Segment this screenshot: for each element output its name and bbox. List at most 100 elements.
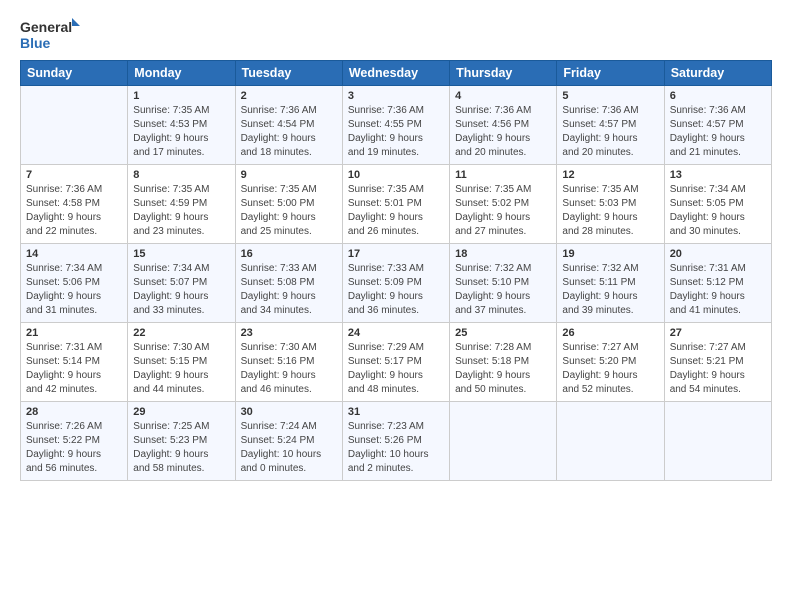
day-number: 31 (348, 406, 444, 418)
calendar-week-3: 14 Sunrise: 7:34 AM Sunset: 5:06 PM Dayli… (21, 244, 772, 323)
cell-content: Sunrise: 7:24 AM Sunset: 5:24 PM Dayligh… (241, 420, 337, 476)
cell-content: Sunrise: 7:35 AM Sunset: 5:00 PM Dayligh… (241, 183, 337, 239)
header-wednesday: Wednesday (342, 61, 449, 86)
calendar-header-row: SundayMondayTuesdayWednesdayThursdayFrid… (21, 61, 772, 86)
logo: General Blue (20, 16, 80, 54)
day-number: 1 (133, 90, 229, 102)
cell-content: Sunrise: 7:27 AM Sunset: 5:20 PM Dayligh… (562, 341, 658, 397)
logo-svg: General Blue (20, 16, 80, 54)
calendar-cell: 31 Sunrise: 7:23 AM Sunset: 5:26 PM Dayli… (342, 402, 449, 481)
day-number: 14 (26, 248, 122, 260)
cell-content: Sunrise: 7:35 AM Sunset: 5:02 PM Dayligh… (455, 183, 551, 239)
day-number: 16 (241, 248, 337, 260)
header-monday: Monday (128, 61, 235, 86)
calendar-cell: 30Sunrise: 7:24 AM Sunset: 5:24 PM Dayli… (235, 402, 342, 481)
calendar-week-4: 21 Sunrise: 7:31 AM Sunset: 5:14 PM Dayli… (21, 323, 772, 402)
calendar-cell: 14 Sunrise: 7:34 AM Sunset: 5:06 PM Dayli… (21, 244, 128, 323)
day-number: 24 (348, 327, 444, 339)
day-number: 28 (26, 406, 122, 418)
cell-content: Sunrise: 7:35 AM Sunset: 5:03 PM Dayligh… (562, 183, 658, 239)
day-number: 11 (455, 169, 551, 181)
calendar-cell: 25Sunrise: 7:28 AM Sunset: 5:18 PM Dayli… (450, 323, 557, 402)
cell-content: Sunrise: 7:36 AM Sunset: 4:54 PM Dayligh… (241, 104, 337, 160)
header-friday: Friday (557, 61, 664, 86)
day-number: 23 (241, 327, 337, 339)
calendar-week-5: 28Sunrise: 7:26 AM Sunset: 5:22 PM Dayli… (21, 402, 772, 481)
day-number: 4 (455, 90, 551, 102)
calendar-cell: 2 Sunrise: 7:36 AM Sunset: 4:54 PM Daylig… (235, 86, 342, 165)
calendar-cell: 8Sunrise: 7:35 AM Sunset: 4:59 PM Daylig… (128, 165, 235, 244)
svg-text:General: General (20, 19, 72, 35)
svg-text:Blue: Blue (20, 35, 51, 51)
cell-content: Sunrise: 7:34 AM Sunset: 5:07 PM Dayligh… (133, 262, 229, 318)
calendar-cell: 18Sunrise: 7:32 AM Sunset: 5:10 PM Dayli… (450, 244, 557, 323)
day-number: 6 (670, 90, 766, 102)
cell-content: Sunrise: 7:27 AM Sunset: 5:21 PM Dayligh… (670, 341, 766, 397)
day-number: 19 (562, 248, 658, 260)
cell-content: Sunrise: 7:33 AM Sunset: 5:08 PM Dayligh… (241, 262, 337, 318)
header-sunday: Sunday (21, 61, 128, 86)
cell-content: Sunrise: 7:23 AM Sunset: 5:26 PM Dayligh… (348, 420, 444, 476)
calendar-week-1: 1 Sunrise: 7:35 AM Sunset: 4:53 PM Daylig… (21, 86, 772, 165)
cell-content: Sunrise: 7:28 AM Sunset: 5:18 PM Dayligh… (455, 341, 551, 397)
cell-content: Sunrise: 7:36 AM Sunset: 4:57 PM Dayligh… (562, 104, 658, 160)
day-number: 27 (670, 327, 766, 339)
calendar-cell: 3 Sunrise: 7:36 AM Sunset: 4:55 PM Daylig… (342, 86, 449, 165)
calendar-cell: 4 Sunrise: 7:36 AM Sunset: 4:56 PM Daylig… (450, 86, 557, 165)
calendar-table: SundayMondayTuesdayWednesdayThursdayFrid… (20, 60, 772, 481)
calendar-cell: 21 Sunrise: 7:31 AM Sunset: 5:14 PM Dayli… (21, 323, 128, 402)
calendar-cell: 19 Sunrise: 7:32 AM Sunset: 5:11 PM Dayli… (557, 244, 664, 323)
day-number: 2 (241, 90, 337, 102)
day-number: 15 (133, 248, 229, 260)
header-saturday: Saturday (664, 61, 771, 86)
cell-content: Sunrise: 7:35 AM Sunset: 5:01 PM Dayligh… (348, 183, 444, 239)
day-number: 21 (26, 327, 122, 339)
calendar-cell: 28Sunrise: 7:26 AM Sunset: 5:22 PM Dayli… (21, 402, 128, 481)
cell-content: Sunrise: 7:36 AM Sunset: 4:57 PM Dayligh… (670, 104, 766, 160)
cell-content: Sunrise: 7:33 AM Sunset: 5:09 PM Dayligh… (348, 262, 444, 318)
cell-content: Sunrise: 7:30 AM Sunset: 5:16 PM Dayligh… (241, 341, 337, 397)
day-number: 18 (455, 248, 551, 260)
page-container: General Blue SundayMondayTuesdayWednesda… (0, 0, 792, 491)
cell-content: Sunrise: 7:29 AM Sunset: 5:17 PM Dayligh… (348, 341, 444, 397)
day-number: 13 (670, 169, 766, 181)
cell-content: Sunrise: 7:36 AM Sunset: 4:58 PM Dayligh… (26, 183, 122, 239)
cell-content: Sunrise: 7:30 AM Sunset: 5:15 PM Dayligh… (133, 341, 229, 397)
calendar-cell: 1 Sunrise: 7:35 AM Sunset: 4:53 PM Daylig… (128, 86, 235, 165)
day-number: 3 (348, 90, 444, 102)
calendar-week-2: 7Sunrise: 7:36 AM Sunset: 4:58 PM Daylig… (21, 165, 772, 244)
calendar-cell: 22 Sunrise: 7:30 AM Sunset: 5:15 PM Dayli… (128, 323, 235, 402)
cell-content: Sunrise: 7:32 AM Sunset: 5:11 PM Dayligh… (562, 262, 658, 318)
calendar-cell: 5 Sunrise: 7:36 AM Sunset: 4:57 PM Daylig… (557, 86, 664, 165)
day-number: 9 (241, 169, 337, 181)
calendar-cell: 11 Sunrise: 7:35 AM Sunset: 5:02 PM Dayli… (450, 165, 557, 244)
calendar-cell: 9 Sunrise: 7:35 AM Sunset: 5:00 PM Daylig… (235, 165, 342, 244)
calendar-cell (557, 402, 664, 481)
day-number: 5 (562, 90, 658, 102)
calendar-cell: 13Sunrise: 7:34 AM Sunset: 5:05 PM Dayli… (664, 165, 771, 244)
day-number: 10 (348, 169, 444, 181)
cell-content: Sunrise: 7:36 AM Sunset: 4:55 PM Dayligh… (348, 104, 444, 160)
day-number: 22 (133, 327, 229, 339)
calendar-cell: 16 Sunrise: 7:33 AM Sunset: 5:08 PM Dayli… (235, 244, 342, 323)
calendar-cell: 26 Sunrise: 7:27 AM Sunset: 5:20 PM Dayli… (557, 323, 664, 402)
calendar-cell: 20Sunrise: 7:31 AM Sunset: 5:12 PM Dayli… (664, 244, 771, 323)
calendar-cell (21, 86, 128, 165)
header-area: General Blue (20, 16, 772, 54)
day-number: 12 (562, 169, 658, 181)
cell-content: Sunrise: 7:36 AM Sunset: 4:56 PM Dayligh… (455, 104, 551, 160)
day-number: 26 (562, 327, 658, 339)
cell-content: Sunrise: 7:35 AM Sunset: 4:53 PM Dayligh… (133, 104, 229, 160)
cell-content: Sunrise: 7:35 AM Sunset: 4:59 PM Dayligh… (133, 183, 229, 239)
calendar-cell: 24 Sunrise: 7:29 AM Sunset: 5:17 PM Dayli… (342, 323, 449, 402)
calendar-cell: 6 Sunrise: 7:36 AM Sunset: 4:57 PM Daylig… (664, 86, 771, 165)
calendar-cell: 23 Sunrise: 7:30 AM Sunset: 5:16 PM Dayli… (235, 323, 342, 402)
calendar-cell: 15 Sunrise: 7:34 AM Sunset: 5:07 PM Dayli… (128, 244, 235, 323)
calendar-cell: 7Sunrise: 7:36 AM Sunset: 4:58 PM Daylig… (21, 165, 128, 244)
cell-content: Sunrise: 7:31 AM Sunset: 5:14 PM Dayligh… (26, 341, 122, 397)
cell-content: Sunrise: 7:31 AM Sunset: 5:12 PM Dayligh… (670, 262, 766, 318)
day-number: 17 (348, 248, 444, 260)
calendar-cell (450, 402, 557, 481)
calendar-cell: 12 Sunrise: 7:35 AM Sunset: 5:03 PM Dayli… (557, 165, 664, 244)
cell-content: Sunrise: 7:34 AM Sunset: 5:06 PM Dayligh… (26, 262, 122, 318)
